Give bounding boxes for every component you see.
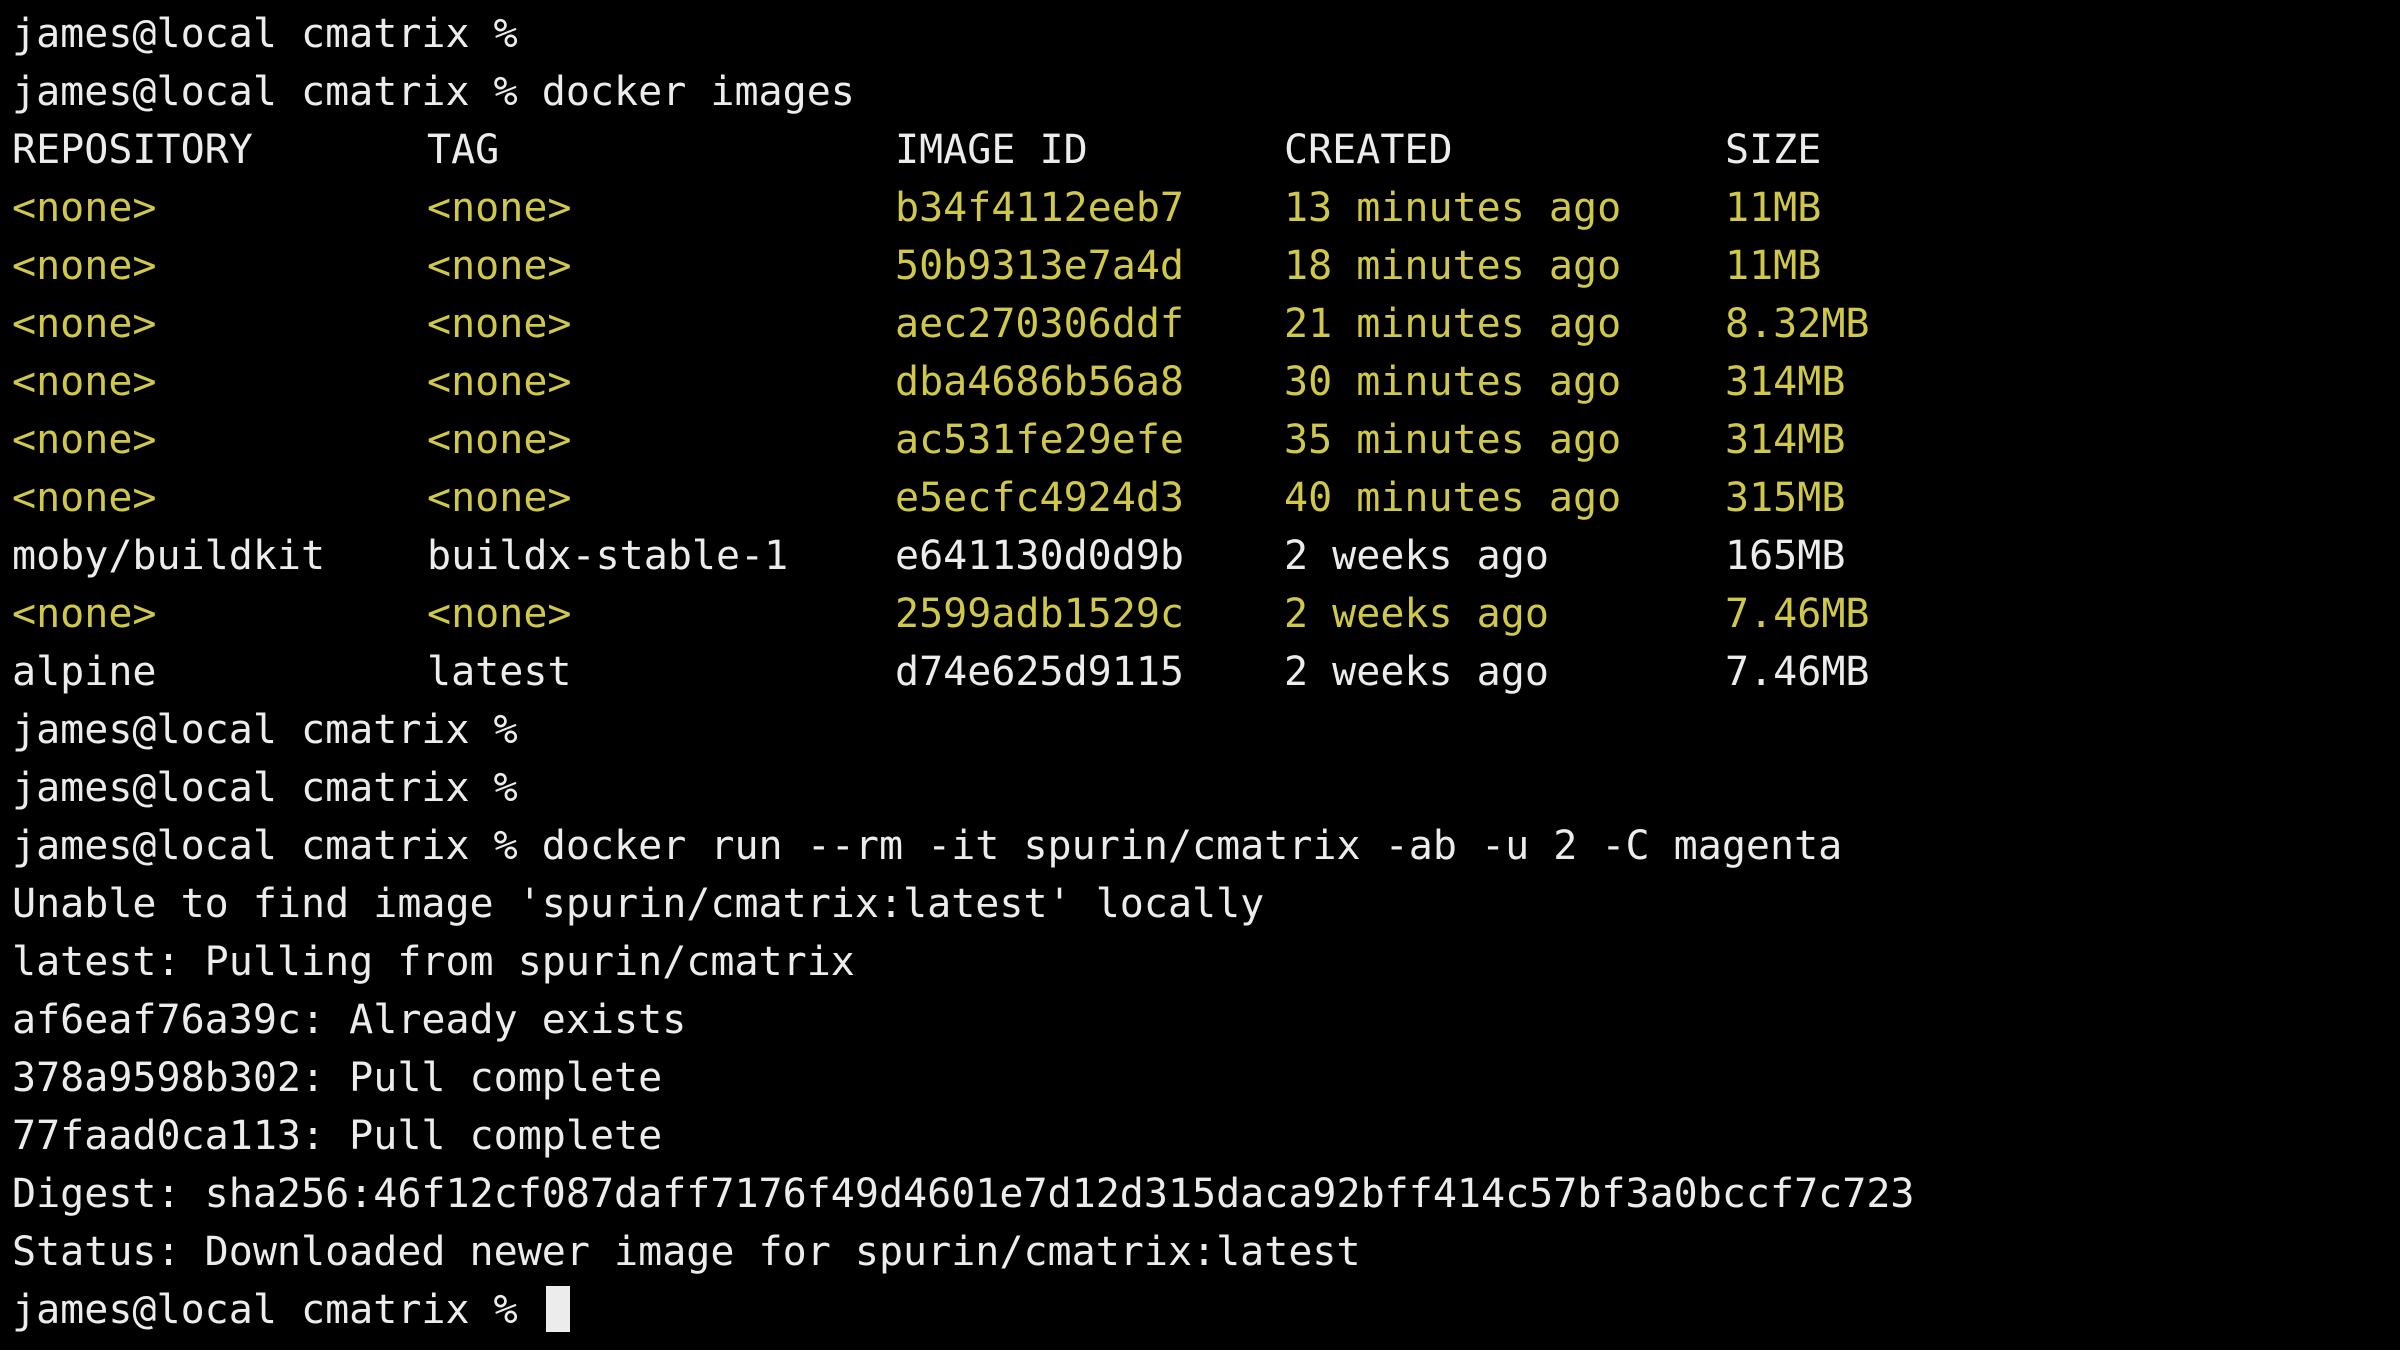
output-before: james@local cmatrix % james@local cmatrix… (12, 5, 2400, 121)
cell-repository: <none> (12, 243, 157, 289)
cell-image-id: aec270306ddf (895, 301, 1184, 347)
table-row: <none> <none> ac531fe29efe 35 minutes ago 31… (12, 411, 2400, 469)
cell-image-id: e5ecfc4924d3 (895, 475, 1184, 521)
cell-image-id: b34f4112eeb7 (895, 185, 1184, 231)
column-header-image-id: IMAGE ID (895, 127, 1088, 173)
table-row: <none> <none> e5ecfc4924d3 40 minutes ago 31… (12, 469, 2400, 527)
terminal-line: Digest: sha256:46f12cf087daff7176f49d460… (12, 1171, 1915, 1217)
cell-tag: <none> (427, 243, 572, 289)
cell-size: 314MB (1725, 417, 1846, 463)
cell-created: 40 minutes ago (1284, 475, 1622, 521)
terminal-line: james@local cmatrix % docker images (12, 69, 855, 115)
cell-image-id: 50b9313e7a4d (895, 243, 1184, 289)
cell-created: 2 weeks ago (1284, 649, 1549, 695)
cell-tag: latest (427, 649, 572, 695)
terminal-line: Unable to find image 'spurin/cmatrix:lat… (12, 881, 1265, 927)
cell-repository: moby/buildkit (12, 533, 326, 579)
column-header-repository: REPOSITORY (12, 127, 253, 173)
cell-repository: <none> (12, 185, 157, 231)
cell-tag: buildx-stable-1 (427, 533, 789, 579)
table-row: <none> <none> 50b9313e7a4d 18 minutes ago 11… (12, 237, 2400, 295)
cell-repository: <none> (12, 591, 157, 637)
column-header-created: CREATED (1284, 127, 1453, 173)
cell-created: 21 minutes ago (1284, 301, 1622, 347)
terminal-line: 77faad0ca113: Pull complete (12, 1113, 663, 1159)
cell-repository: alpine (12, 649, 157, 695)
terminal-line: af6eaf76a39c: Already exists (12, 997, 687, 1043)
cell-tag: <none> (427, 591, 572, 637)
cell-created: 18 minutes ago (1284, 243, 1622, 289)
prompt-text: james@local cmatrix % (12, 1287, 542, 1333)
cell-created: 13 minutes ago (1284, 185, 1622, 231)
cell-size: 314MB (1725, 359, 1846, 405)
terminal-line: 378a9598b302: Pull complete (12, 1055, 663, 1101)
table-row: <none> <none> b34f4112eeb7 13 minutes ago 11… (12, 179, 2400, 237)
terminal-line: james@local cmatrix % (12, 765, 518, 811)
cell-tag: <none> (427, 359, 572, 405)
cell-created: 35 minutes ago (1284, 417, 1622, 463)
table-header-row: REPOSITORY TAG IMAGE ID CREATED SIZE (12, 121, 2400, 179)
current-prompt-line[interactable]: james@local cmatrix % (12, 1281, 2400, 1339)
terminal-line: Status: Downloaded newer image for spuri… (12, 1229, 1361, 1275)
column-header-tag: TAG (427, 127, 500, 173)
cell-size: 315MB (1725, 475, 1846, 521)
cell-tag: <none> (427, 475, 572, 521)
cell-size: 7.46MB (1725, 591, 1870, 637)
table-row: alpine latest d74e625d9115 2 weeks ago 7.46M… (12, 643, 2400, 701)
cell-repository: <none> (12, 301, 157, 347)
terminal-line: latest: Pulling from spurin/cmatrix (12, 939, 855, 985)
cell-image-id: dba4686b56a8 (895, 359, 1184, 405)
cell-size: 11MB (1725, 243, 1822, 289)
cell-repository: <none> (12, 417, 157, 463)
cell-tag: <none> (427, 185, 572, 231)
cell-created: 2 weeks ago (1284, 591, 1549, 637)
column-header-size: SIZE (1725, 127, 1822, 173)
cell-size: 8.32MB (1725, 301, 1870, 347)
cell-image-id: 2599adb1529c (895, 591, 1184, 637)
cell-created: 2 weeks ago (1284, 533, 1549, 579)
terminal-line: james@local cmatrix % docker run --rm -i… (12, 823, 1843, 869)
terminal-line: james@local cmatrix % (12, 11, 518, 57)
table-row: <none> <none> 2599adb1529c 2 weeks ago 7.46M… (12, 585, 2400, 643)
output-after: james@local cmatrix % james@local cmatrix… (12, 701, 2400, 1281)
cell-repository: <none> (12, 359, 157, 405)
cell-size: 11MB (1725, 185, 1822, 231)
table-row: <none> <none> aec270306ddf 21 minutes ago 8.… (12, 295, 2400, 353)
text-cursor (545, 1286, 570, 1332)
cell-created: 30 minutes ago (1284, 359, 1622, 405)
table-row: <none> <none> dba4686b56a8 30 minutes ago 31… (12, 353, 2400, 411)
terminal-window[interactable]: james@local cmatrix % james@local cmatrix… (0, 0, 2400, 1350)
cell-size: 165MB (1725, 533, 1846, 579)
table-row: moby/buildkit buildx-stable-1 e641130d0d9b… (12, 527, 2400, 585)
cell-image-id: e641130d0d9b (895, 533, 1184, 579)
cell-image-id: ac531fe29efe (895, 417, 1184, 463)
cell-image-id: d74e625d9115 (895, 649, 1184, 695)
cell-repository: <none> (12, 475, 157, 521)
docker-images-table: REPOSITORY TAG IMAGE ID CREATED SIZE <none> <n… (12, 121, 2400, 701)
terminal-line: james@local cmatrix % (12, 707, 518, 753)
cell-tag: <none> (427, 417, 572, 463)
cell-size: 7.46MB (1725, 649, 1870, 695)
cell-tag: <none> (427, 301, 572, 347)
